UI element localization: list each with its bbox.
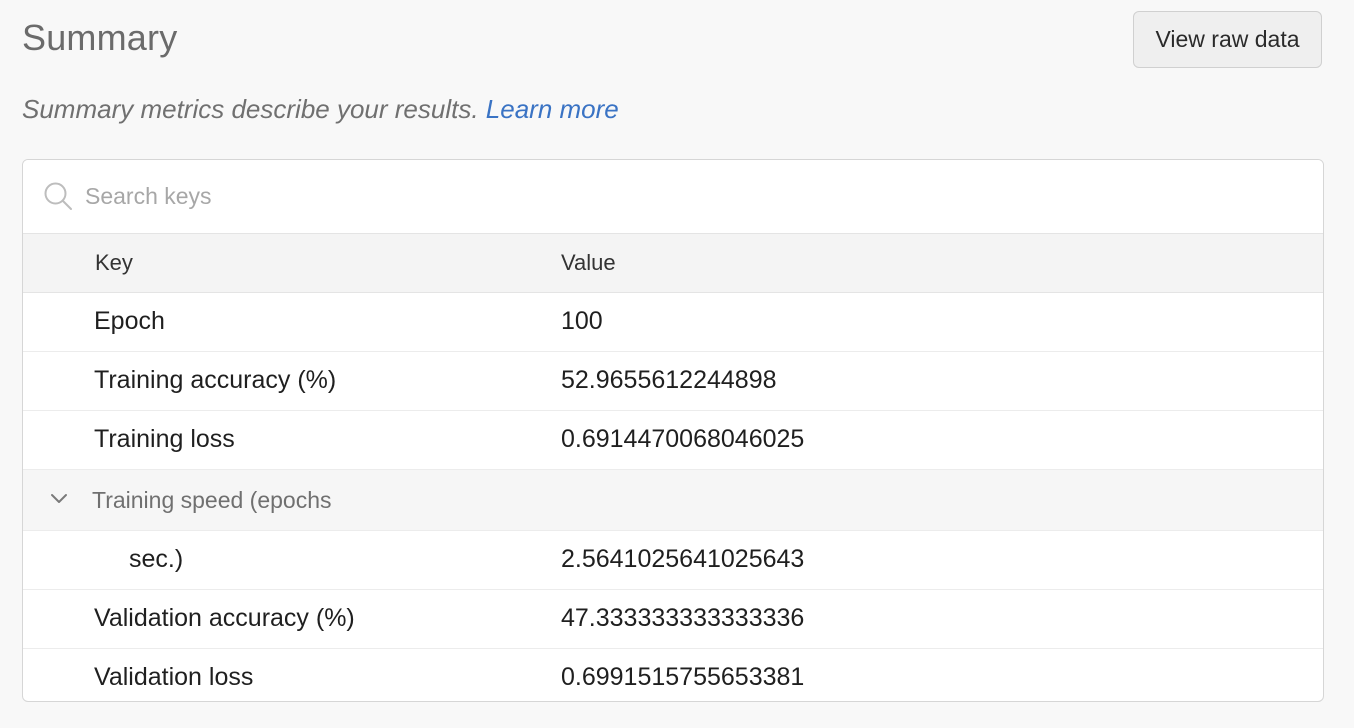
table-row: Validation accuracy (%) 47.3333333333333… (23, 590, 1323, 649)
table-row: Epoch 100 (23, 293, 1323, 352)
table-row: Training accuracy (%) 52.9655612244898 (23, 352, 1323, 411)
row-key: Epoch (94, 307, 165, 335)
learn-more-link[interactable]: Learn more (486, 94, 619, 124)
summary-table-panel: Key Value Epoch 100 Training accuracy (%… (22, 159, 1324, 702)
table-header: Key Value (23, 234, 1323, 293)
view-raw-data-button[interactable]: View raw data (1133, 11, 1322, 68)
search-bar (23, 160, 1323, 234)
row-key: sec.) (129, 545, 184, 573)
group-label: Training speed (epochs (92, 487, 332, 513)
table-row: Validation loss 0.6991515755653381 (23, 649, 1323, 701)
column-header-key: Key (95, 250, 133, 275)
search-icon (44, 182, 72, 210)
description-text: Summary metrics describe your results. (22, 94, 479, 124)
row-key: Training loss (94, 425, 235, 453)
row-value: 52.9655612244898 (561, 366, 777, 394)
row-value: 0.6914470068046025 (561, 425, 805, 453)
search-keys-input[interactable] (85, 176, 1285, 216)
row-value: 2.5641025641025643 (561, 545, 805, 573)
row-value: 0.6991515755653381 (561, 663, 805, 691)
row-key: Validation accuracy (%) (94, 604, 355, 632)
group-row-training-speed[interactable]: Training speed (epochs (23, 470, 1323, 531)
row-key: Validation loss (94, 663, 254, 691)
table-row: Training loss 0.6914470068046025 (23, 411, 1323, 470)
chevron-down-icon[interactable] (49, 492, 69, 506)
row-value: 100 (561, 307, 603, 335)
row-value: 47.333333333333336 (561, 604, 805, 632)
table-row: sec.) 2.5641025641025643 (23, 531, 1323, 590)
column-header-value: Value (561, 250, 616, 275)
row-key: Training accuracy (%) (94, 366, 337, 394)
summary-description: Summary metrics describe your results. L… (22, 92, 619, 126)
page-title: Summary (22, 17, 178, 58)
